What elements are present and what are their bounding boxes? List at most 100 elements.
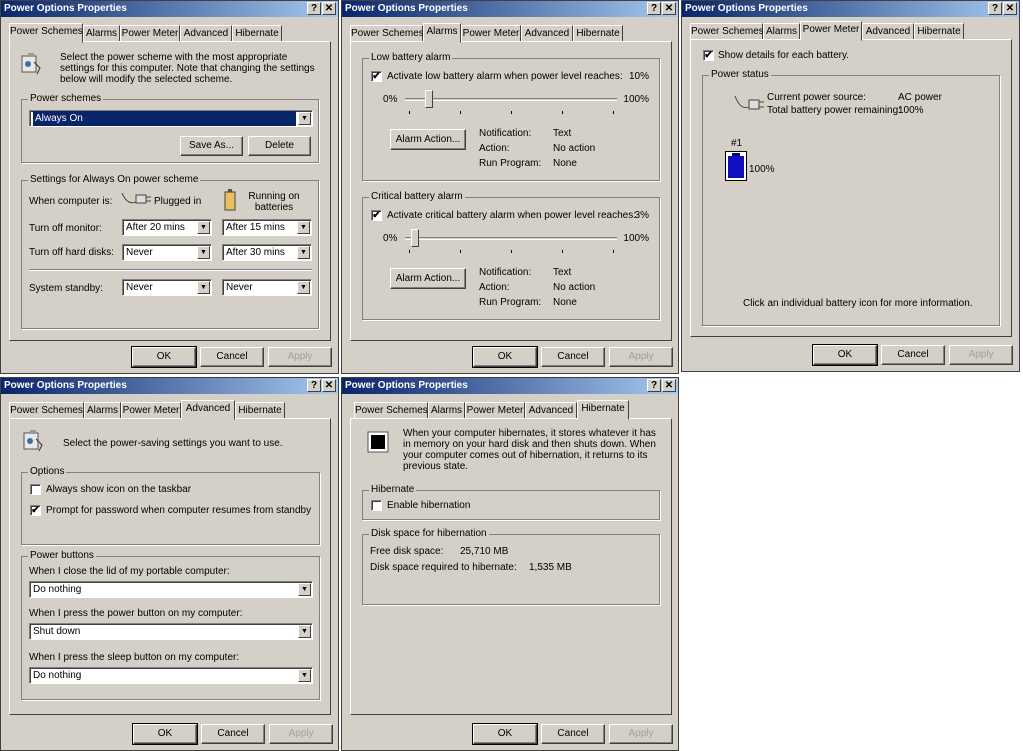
tab-advanced[interactable]: Advanced [521,25,573,42]
tab-power-meter[interactable]: Power Meter [121,402,181,419]
taskbar-icon-checkbox[interactable] [30,484,41,495]
title-bar[interactable]: Power Options Properties ? ✕ [1,378,338,394]
tab-panel: When your computer hibernates, it stores… [350,418,672,715]
cancel-button[interactable]: Cancel [201,724,265,744]
ok-button[interactable]: OK [812,344,878,366]
help-button[interactable]: ? [307,2,321,15]
monitor-dc-dropdown[interactable]: After 15 mins ▼ [222,219,312,236]
help-button[interactable]: ? [307,379,321,392]
apply-button[interactable]: Apply [609,347,673,367]
close-button[interactable]: ✕ [322,2,336,15]
cancel-button[interactable]: Cancel [541,724,605,744]
standby-ac-dropdown[interactable]: Never ▼ [122,279,212,296]
close-button[interactable]: ✕ [662,379,676,392]
tab-power-meter[interactable]: Power Meter [465,402,525,419]
close-button[interactable]: ✕ [1003,2,1017,15]
ok-button[interactable]: OK [132,723,198,745]
close-button[interactable]: ✕ [322,379,336,392]
save-as-button[interactable]: Save As... [180,136,243,156]
sleep-button-dropdown[interactable]: Do nothing ▼ [29,667,313,684]
ok-button[interactable]: OK [131,346,197,368]
low-slider-thumb[interactable] [425,90,434,108]
apply-button[interactable]: Apply [609,724,673,744]
tab-power-meter[interactable]: Power Meter [120,25,180,42]
battery-1-button[interactable] [725,151,747,181]
chevron-down-icon[interactable]: ▼ [297,281,310,294]
disks-ac-dropdown[interactable]: Never ▼ [122,244,212,261]
tab-power-schemes[interactable]: Power Schemes [354,402,428,419]
title-bar[interactable]: Power Options Properties ? ✕ [682,1,1019,17]
help-button[interactable]: ? [988,2,1002,15]
tab-advanced[interactable]: Advanced [525,402,577,419]
lid-close-dropdown[interactable]: Do nothing ▼ [29,581,313,598]
standby-dc-dropdown[interactable]: Never ▼ [222,279,312,296]
apply-button[interactable]: Apply [268,347,332,367]
critical-alarm-value: 3% [634,210,649,221]
power-button-dropdown[interactable]: Shut down ▼ [29,623,313,640]
chevron-down-icon[interactable]: ▼ [298,625,311,638]
tab-hibernate[interactable]: Hibernate [573,25,623,42]
battery-level-fill [728,156,744,178]
ok-button[interactable]: OK [472,723,538,745]
tab-alarms[interactable]: Alarms [84,402,121,419]
tab-power-meter[interactable]: Power Meter [461,25,521,42]
window-title: Power Options Properties [4,380,127,391]
standby-dc-value: Never [226,282,253,293]
cancel-button[interactable]: Cancel [541,347,605,367]
tab-power-schemes[interactable]: Power Schemes [9,23,83,43]
title-bar[interactable]: Power Options Properties ? ✕ [342,1,678,17]
chevron-down-icon[interactable]: ▼ [297,246,310,259]
cancel-button[interactable]: Cancel [881,345,945,365]
power-button-value: Shut down [33,626,81,637]
apply-button[interactable]: Apply [949,345,1013,365]
required-disk-value: 1,535 MB [529,562,572,573]
critical-alarm-action-button[interactable]: Alarm Action... [390,268,466,289]
ok-button[interactable]: OK [472,346,538,368]
window-title: Power Options Properties [4,3,127,14]
low-alarm-checkbox[interactable]: ✔ [371,71,382,82]
power-scheme-dropdown[interactable]: Always On ▼ [29,110,313,127]
chevron-down-icon[interactable]: ▼ [197,221,210,234]
critical-alarm-checkbox[interactable]: ✔ [371,210,382,221]
chevron-down-icon[interactable]: ▼ [298,583,311,596]
apply-button[interactable]: Apply [269,724,333,744]
chevron-down-icon[interactable]: ▼ [298,669,311,682]
power-status-group: Power status Current power source: AC po… [702,69,1000,326]
tab-hibernate[interactable]: Hibernate [232,25,282,42]
close-button[interactable]: ✕ [662,2,676,15]
critical-slider-thumb[interactable] [411,229,420,247]
title-bar[interactable]: Power Options Properties ? ✕ [342,378,678,394]
password-prompt-checkbox[interactable]: ✔ [30,505,41,516]
tab-power-meter[interactable]: Power Meter [800,21,862,41]
monitor-ac-dropdown[interactable]: After 20 mins ▼ [122,219,212,236]
delete-button[interactable]: Delete [248,136,311,156]
tab-power-schemes[interactable]: Power Schemes [690,23,764,40]
tab-power-schemes[interactable]: Power Schemes [350,25,424,42]
window-title: Power Options Properties [345,380,468,391]
tab-alarms[interactable]: Alarms [423,23,461,43]
tab-panel: ✔ Show details for each battery. Power s… [690,39,1012,337]
chevron-down-icon[interactable]: ▼ [197,281,210,294]
low-alarm-action-button[interactable]: Alarm Action... [390,129,466,150]
tab-alarms[interactable]: Alarms [83,25,120,42]
tab-hibernate[interactable]: Hibernate [577,400,629,420]
title-bar[interactable]: Power Options Properties ? ✕ [1,1,338,17]
show-details-checkbox[interactable]: ✔ [703,50,714,61]
disks-dc-dropdown[interactable]: After 30 mins ▼ [222,244,312,261]
enable-hibernation-checkbox[interactable] [371,500,382,511]
tab-hibernate[interactable]: Hibernate [235,402,285,419]
tab-advanced[interactable]: Advanced [862,23,914,40]
help-button[interactable]: ? [647,379,661,392]
chevron-down-icon[interactable]: ▼ [298,112,311,125]
chevron-down-icon[interactable]: ▼ [297,221,310,234]
tab-advanced[interactable]: Advanced [180,25,232,42]
tab-power-schemes[interactable]: Power Schemes [9,402,84,419]
chevron-down-icon[interactable]: ▼ [197,246,210,259]
tab-advanced[interactable]: Advanced [181,400,235,420]
cancel-button[interactable]: Cancel [200,347,264,367]
tab-alarms[interactable]: Alarms [428,402,465,419]
tab-alarms[interactable]: Alarms [763,23,800,40]
tab-hibernate[interactable]: Hibernate [914,23,964,40]
low-alarm-value: 10% [628,71,649,82]
help-button[interactable]: ? [647,2,661,15]
